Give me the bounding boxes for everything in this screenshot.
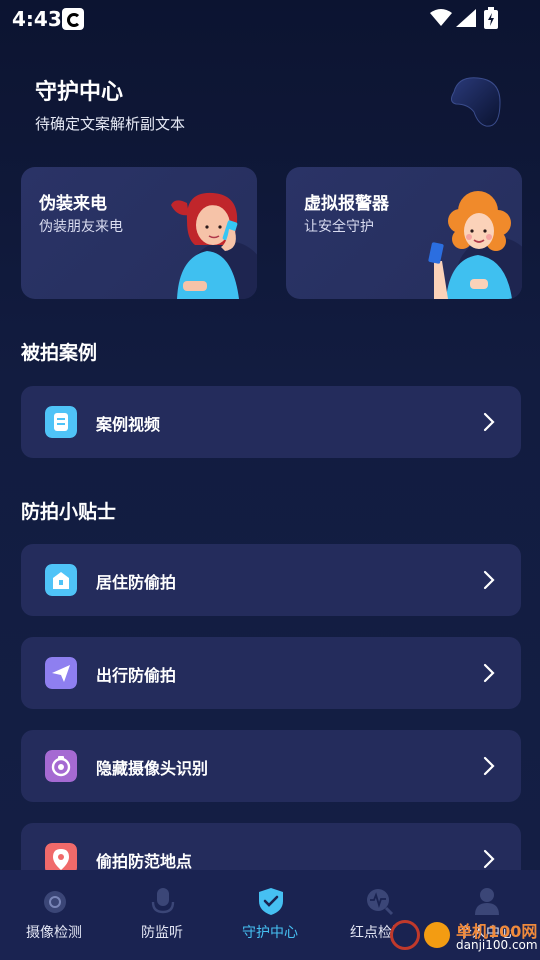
status-bar: 4:43 bbox=[0, 0, 540, 38]
page-title: 守护中心 bbox=[35, 80, 124, 105]
app-screen: 4:43 守护中心 待确定文案解析副文本 伪装来电 伪装朋友来电 虚拟报警器 让… bbox=[0, 0, 540, 960]
chevron-right-icon bbox=[483, 663, 495, 683]
list-item-label: 出行防偷拍 bbox=[96, 666, 177, 685]
fake-call-card[interactable]: 伪装来电 伪装朋友来电 bbox=[21, 167, 257, 299]
notification-app-icon bbox=[62, 8, 84, 30]
paper-plane-icon bbox=[45, 657, 77, 689]
chevron-right-icon bbox=[483, 412, 495, 432]
list-item-label: 隐藏摄像头识别 bbox=[96, 759, 209, 778]
virtual-alarm-subtitle: 让安全守护 bbox=[304, 219, 374, 235]
woman-with-phone-illustration bbox=[428, 191, 522, 299]
wifi-icon bbox=[430, 9, 452, 26]
chevron-right-icon bbox=[483, 570, 495, 590]
tab-guardian-center[interactable]: 守护中心 bbox=[216, 870, 324, 960]
watermark-url: danji100.com bbox=[456, 938, 538, 952]
watermark: 单机100网 danji100.com bbox=[390, 916, 540, 960]
tab-label: 摄像检测 bbox=[26, 925, 82, 941]
watermark-logo-icon bbox=[390, 920, 420, 950]
camera-detect-icon bbox=[44, 891, 66, 913]
list-item-label: 案例视频 bbox=[96, 415, 161, 434]
camera-lens-icon bbox=[45, 750, 77, 782]
signal-icon bbox=[456, 9, 476, 27]
user-icon bbox=[475, 888, 499, 915]
cases-section-title: 被拍案例 bbox=[21, 342, 98, 364]
list-item-travel-anti-spy[interactable]: 出行防偷拍 bbox=[21, 637, 521, 709]
tab-camera-detect[interactable]: 摄像检测 bbox=[0, 870, 108, 960]
list-item-case-video[interactable]: 案例视频 bbox=[21, 386, 521, 458]
tab-anti-eavesdrop[interactable]: 防监听 bbox=[108, 870, 216, 960]
shield-check-icon bbox=[259, 888, 283, 915]
list-item-label: 居住防偷拍 bbox=[96, 573, 177, 592]
list-item-label: 偷拍防范地点 bbox=[96, 852, 193, 871]
status-time: 4:43 bbox=[12, 7, 62, 31]
page-subtitle: 待确定文案解析副文本 bbox=[35, 115, 186, 133]
virtual-alarm-card[interactable]: 虚拟报警器 让安全守护 bbox=[286, 167, 522, 299]
home-icon bbox=[45, 564, 77, 596]
virtual-alarm-title: 虚拟报警器 bbox=[304, 194, 389, 214]
chevron-right-icon bbox=[483, 756, 495, 776]
fake-call-title: 伪装来电 bbox=[39, 194, 107, 214]
list-item-home-anti-spy[interactable]: 居住防偷拍 bbox=[21, 544, 521, 616]
video-doc-icon bbox=[45, 406, 77, 438]
battery-charging-icon bbox=[484, 7, 498, 29]
tab-label: 守护中心 bbox=[242, 925, 298, 941]
decorative-blob-icon bbox=[450, 77, 501, 127]
chevron-right-icon bbox=[483, 849, 495, 869]
watermark-badge-icon bbox=[424, 922, 450, 948]
tips-section-title: 防拍小贴士 bbox=[21, 501, 117, 523]
pulse-search-icon bbox=[367, 889, 394, 916]
tab-label: 防监听 bbox=[141, 925, 183, 941]
list-item-hidden-camera[interactable]: 隐藏摄像头识别 bbox=[21, 730, 521, 802]
microphone-icon bbox=[151, 888, 175, 914]
fake-call-subtitle: 伪装朋友来电 bbox=[39, 219, 123, 235]
girl-on-phone-illustration bbox=[171, 192, 257, 299]
